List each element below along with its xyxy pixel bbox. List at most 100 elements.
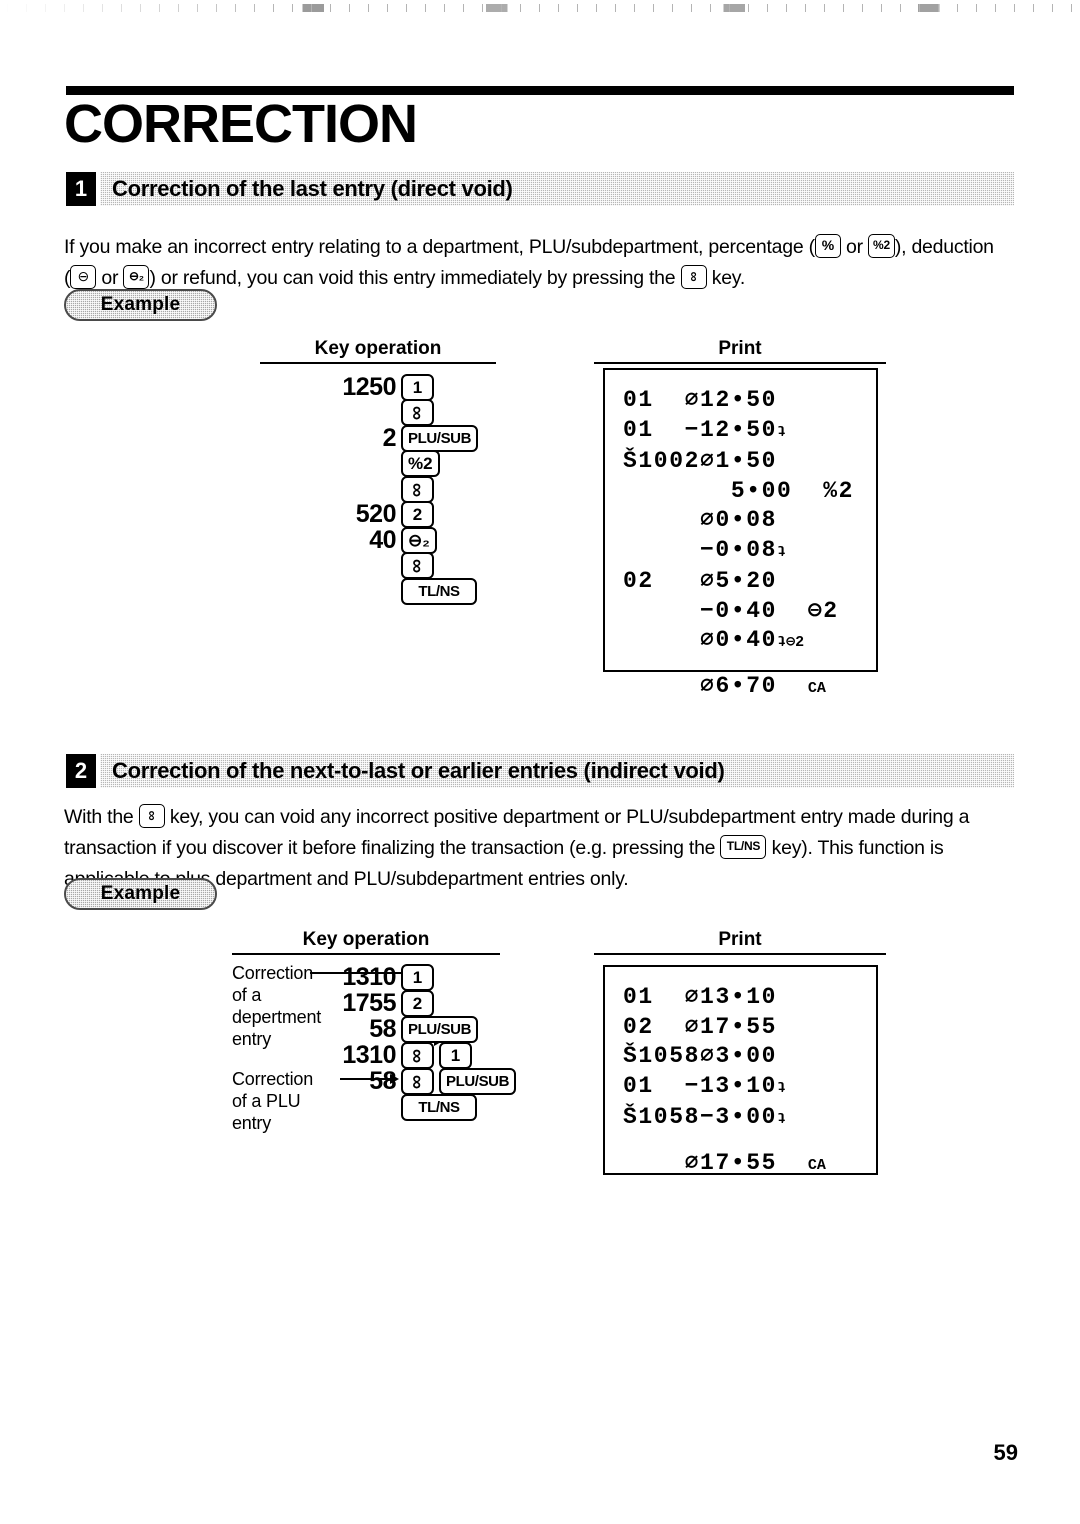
key-cap-2[interactable]: 2 [401,989,434,1017]
void-key-icon[interactable]: ∞ [401,1067,434,1095]
minus2-key-icon: ⊖₂ [123,264,150,289]
body-text-or: or [96,267,124,289]
manual-page: CORRECTION 1 Correction of the last entr… [0,0,1080,1524]
scan-artifact [0,4,1080,12]
key-operation-rule-2 [232,953,500,956]
receipt-line: Š1058−3•00ʇ [623,1104,787,1130]
void-key-icon[interactable]: ∞ [401,475,434,503]
section-2-header: 2 Correction of the next-to-last or earl… [66,754,1014,788]
print-rule-2 [594,953,886,956]
receipt-line-suffix: CA [807,1156,826,1174]
receipt-line-suffix: ʇ⊖2 [777,634,805,651]
print-receipt-box-2: 01 ∅13•10 02 ∅17•55 Š1058∅3•00 01 −13•10ʇ Š1… [603,965,878,1176]
void-glyph: ∞ [406,558,429,574]
print-header-1: Print [718,338,762,359]
example-badge-1: Example [64,289,217,321]
print-receipt-box-1: 01 ∅12•50 01 −12•50ʇ Š1002∅1•50 5•00 %2 ∅0… [603,368,878,699]
key-cap-[interactable]: ⊖₂ [401,526,437,554]
key-operation-diagram-2: 1310 1 1755 2 58 PLU/SUB 1310 ∞ 1 58 ∞ PLU/SUB TL/NS [300,962,520,1122]
key-operation-row: TL/NS [300,1092,477,1122]
void-key-icon: ∞ [680,264,707,289]
example-label: Example [100,883,181,904]
key-cap-tl-ns[interactable]: TL/NS [401,577,477,605]
key-cap-plu-sub[interactable]: PLU/SUB [439,1067,517,1095]
receipt-line: ∅6•70 CA [623,672,826,699]
void-glyph: ∞ [406,482,429,497]
receipt-line: 5•00 %2 [623,477,855,504]
receipt-text-1: 01 ∅12•50 01 −12•50ʇ Š1002∅1•50 5•00 %2 ∅0… [623,386,854,703]
receipt-line: 02 ∅17•55 [623,1013,778,1040]
example-badge-2: Example [64,878,217,910]
section-2-heading: Correction of the next-to-last or earlie… [112,758,725,783]
receipt-line: 02 ∅5•20 [623,568,778,594]
print-header-2: Print [718,929,762,950]
tlns-key-icon: TL/NS [720,834,767,859]
receipt-line: ∅0•40ʇ⊖2 [623,627,805,653]
receipt-line-suffix: ʇ [777,423,787,441]
receipt-line: ∅17•55 CA [623,1149,826,1176]
receipt-line-suffix: CA [807,679,826,697]
section-2-number: 2 [66,754,96,788]
percent2-key-icon: %2 [868,233,895,258]
void-key-icon: ∞ [138,803,165,828]
body-text-part: ), deduction [894,236,994,258]
void-glyph: ∞ [686,271,703,282]
key-cap-1[interactable]: 1 [439,1041,472,1069]
key-operation-header-2: Key operation [302,929,430,950]
receipt-line [623,1135,826,1149]
section-1-bar: Correction of the last entry (direct voi… [100,172,1014,206]
example-label: Example [100,294,181,315]
void-glyph: ∞ [406,405,429,421]
receipt-line [623,658,854,672]
receipt-text-2: 01 ∅13•10 02 ∅17•55 Š1058∅3•00 01 −13•10ʇ Š1… [623,983,826,1180]
print-rule-1 [594,362,886,365]
key-operation-rule-1 [260,362,496,365]
page-number: 59 [993,1440,1018,1465]
receipt-line: Š1058∅3•00 [623,1043,778,1069]
body-text-part: key. [706,267,746,289]
void-glyph: ∞ [144,810,161,821]
receipt-line-suffix: ʇ [777,1111,787,1128]
void-key-icon[interactable]: ∞ [401,1041,434,1069]
key-cap-plu-sub[interactable]: PLU/SUB [401,1015,479,1043]
key-operation-header-1: Key operation [314,338,442,359]
key-cap-1[interactable]: 1 [401,963,434,991]
void-glyph: ∞ [406,1074,429,1089]
section-1-body: If you make an incorrect entry relating … [64,232,1024,294]
key-cap-tl-ns[interactable]: TL/NS [401,1093,477,1121]
key-operation-diagram-1: 1250 1 ∞ 2 PLU/SUB %2 ∞ 520 2 40 ⊖₂ ∞ TL/NS [300,372,500,605]
receipt-line: Š1002∅1•50 [623,448,778,474]
page-title: CORRECTION [64,94,418,154]
body-text-part: ) or refund, you can void this entry imm… [149,267,681,289]
section-1-header: 1 Correction of the last entry (direct v… [66,172,1014,206]
body-text-part: If you make an incorrect entry relating … [64,236,815,258]
body-text-part: transaction if you discover it before fi… [64,837,721,859]
receipt-line: 01 ∅12•50 [623,387,778,413]
key-cap-1[interactable]: 1 [401,373,434,401]
void-key-icon[interactable]: ∞ [401,552,434,579]
void-key-icon[interactable]: ∞ [401,399,434,426]
body-text-or: or [840,236,869,258]
receipt-line: 01 −13•10ʇ [623,1072,787,1099]
receipt-line: ∅0•08 [623,507,778,533]
section-2-bar: Correction of the next-to-last or earlie… [100,754,1014,788]
key-operation-row: TL/NS [300,576,477,606]
minus-key-icon: ⊖ [70,264,97,289]
key-cap-2[interactable]: %2 [401,450,440,477]
receipt-line: 01 ∅13•10 [623,984,778,1010]
section-1-heading: Correction of the last entry (direct voi… [112,176,513,201]
percent-key-icon: % [814,233,841,258]
minus-glyph: ⊖ [77,267,90,284]
receipt-line-suffix: ʇ [777,543,787,561]
body-text-part: key). This function is [766,837,944,859]
key-cap-2[interactable]: 2 [401,501,434,528]
void-glyph: ∞ [406,1048,429,1063]
section-1-number: 1 [66,172,96,206]
key-cap-plu-sub[interactable]: PLU/SUB [401,424,479,452]
body-text-part: With the [64,806,139,828]
receipt-line-suffix: ʇ [777,1079,787,1097]
receipt-line: −0•08ʇ [623,536,787,563]
receipt-line: 01 −12•50ʇ [623,416,787,443]
receipt-line: −0•40 ⊖2 [623,597,839,624]
body-text-part: key, you can void any incorrect positive… [164,806,970,828]
